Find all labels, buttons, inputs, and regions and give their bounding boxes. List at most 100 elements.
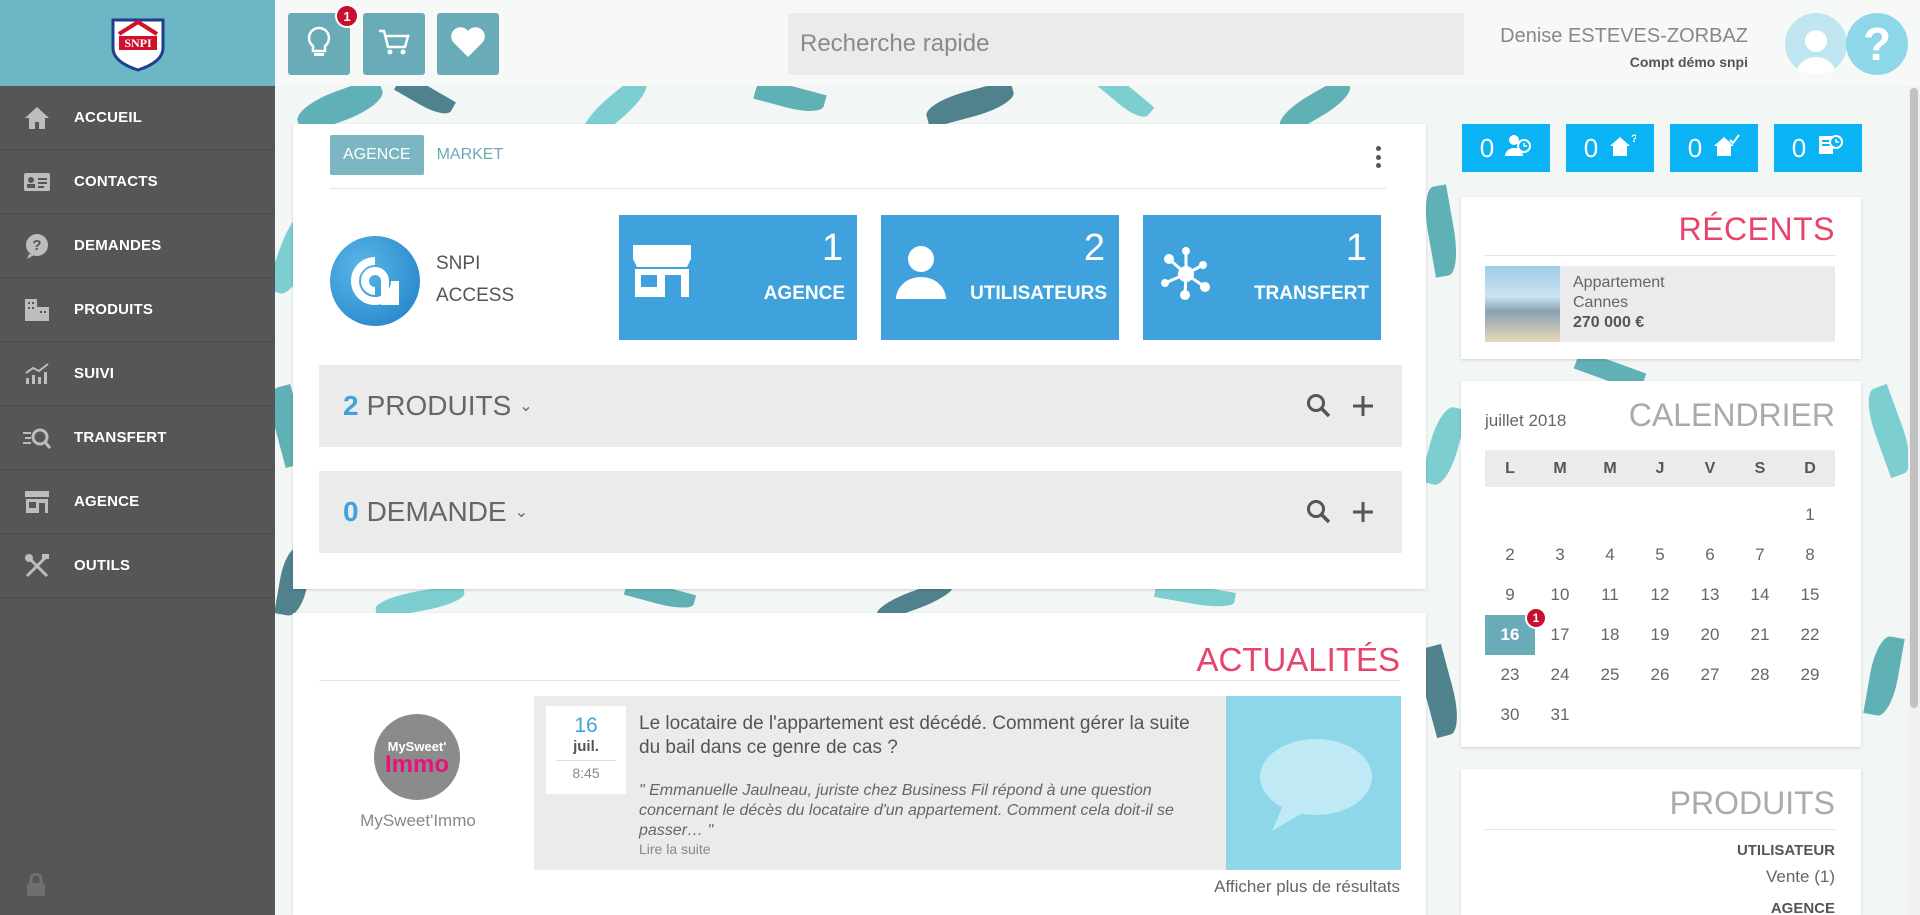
svg-text:?: ? — [1631, 133, 1636, 145]
help-button[interactable]: ? — [1846, 13, 1908, 75]
mysweetimmo-logo[interactable]: MySweet' Immo — [374, 714, 460, 800]
chevron-down-icon: ⌄ — [519, 398, 533, 415]
store-icon — [631, 243, 693, 304]
calendar-empty-cell — [1535, 495, 1585, 535]
agence-tile[interactable]: 1 AGENCE — [619, 215, 857, 340]
scrollbar-thumb[interactable] — [1910, 88, 1918, 708]
calendar-day[interactable]: 1 — [1785, 495, 1835, 535]
user-clock-icon — [1504, 132, 1532, 165]
home-icon — [22, 103, 52, 133]
more-options-icon[interactable] — [1374, 146, 1382, 168]
show-more-link[interactable]: Afficher plus de résultats — [1214, 877, 1400, 897]
news-item[interactable]: 16 juil. 8:45 Le locataire de l'appartem… — [534, 696, 1401, 870]
sidebar-item-transfert[interactable]: TRANSFERT — [0, 406, 275, 470]
sidebar-item-label: DEMANDES — [74, 237, 162, 254]
calendar-day[interactable]: 26 — [1635, 655, 1685, 695]
sidebar-item-outils[interactable]: OUTILS — [0, 534, 275, 598]
snpi-logo[interactable]: SNPI — [105, 14, 171, 72]
calendar-day[interactable]: 16 1 — [1485, 607, 1547, 655]
calendar-day[interactable]: 20 — [1685, 615, 1735, 655]
calendar-day[interactable]: 12 — [1635, 575, 1685, 615]
ideas-badge: 1 — [335, 4, 359, 28]
avatar[interactable] — [1785, 13, 1847, 75]
stat-document-clock-button[interactable]: 0 — [1774, 124, 1862, 172]
chat-bubble-icon — [1226, 696, 1401, 870]
calendar-day[interactable]: 7 — [1735, 535, 1785, 575]
calendar-day[interactable]: 13 — [1685, 575, 1735, 615]
calendar-day[interactable]: 14 — [1735, 575, 1785, 615]
calendar-day[interactable]: 5 — [1635, 535, 1685, 575]
utilisateurs-tile[interactable]: 2 UTILISATEURS — [881, 215, 1119, 340]
sidebar-item-produits[interactable]: PRODUITS — [0, 278, 275, 342]
favorites-button[interactable] — [437, 13, 499, 75]
add-icon[interactable] — [1350, 499, 1376, 530]
quick-search-input[interactable] — [788, 13, 1464, 75]
stat-house-question-button[interactable]: 0 ? — [1566, 124, 1654, 172]
stat-house-check-button[interactable]: 0 — [1670, 124, 1758, 172]
sidebar-item-suivi[interactable]: SUIVI — [0, 342, 275, 406]
transfert-tile-label: TRANSFERT — [1253, 283, 1369, 304]
vente-count-link[interactable]: Vente (1) — [1766, 867, 1835, 887]
svg-text:?: ? — [32, 237, 41, 254]
news-excerpt: " Emmanuelle Jaulneau, juriste chez Busi… — [639, 782, 1174, 839]
stat-pending-contacts-button[interactable]: 0 — [1462, 124, 1550, 172]
calendar-day[interactable]: 31 — [1535, 695, 1585, 735]
sidebar-item-demandes[interactable]: ? DEMANDES — [0, 214, 275, 278]
calendar-day[interactable]: 18 — [1585, 615, 1635, 655]
lock-icon[interactable] — [25, 872, 47, 897]
recent-item-city: Cannes — [1573, 294, 1629, 311]
calendar-day[interactable]: 30 — [1485, 695, 1535, 735]
read-more-link[interactable]: Lire la suite — [639, 841, 711, 857]
calendar-day[interactable]: 19 — [1635, 615, 1685, 655]
calendar-day[interactable]: 27 — [1685, 655, 1735, 695]
recent-title: RÉCENTS — [1678, 211, 1835, 247]
calendar-day[interactable]: 21 — [1735, 615, 1785, 655]
calendar-day[interactable]: 28 — [1735, 655, 1785, 695]
news-headline[interactable]: Le locataire de l'appartement est décédé… — [639, 712, 1209, 760]
calendar-day[interactable]: 4 — [1585, 535, 1635, 575]
snpi-access-label: SNPI ACCESS — [436, 253, 515, 306]
produits-label: PRODUITS — [366, 390, 512, 421]
calendar-day[interactable]: 22 — [1785, 615, 1835, 655]
calendar-day[interactable]: 2 — [1485, 535, 1535, 575]
add-icon[interactable] — [1350, 393, 1376, 424]
heart-icon — [449, 25, 487, 64]
user-name[interactable]: Denise ESTEVES-ZORBAZ — [1500, 25, 1748, 48]
calendar-card: juillet 2018 CALENDRIER L M M J V S D 12… — [1461, 381, 1861, 747]
question-bubble-icon: ? — [22, 231, 52, 261]
calendar-day[interactable]: 8 — [1785, 535, 1835, 575]
calendar-event-badge: 1 — [1525, 607, 1547, 629]
calendar-day[interactable]: 11 — [1585, 575, 1635, 615]
demande-section[interactable]: 0 DEMANDE ⌄ — [319, 471, 1402, 553]
user-company: Compt démo snpi — [1629, 54, 1748, 70]
sidebar-item-accueil[interactable]: ACCUEIL — [0, 86, 275, 150]
transfer-search-icon — [22, 423, 52, 453]
calendar-day[interactable]: 25 — [1585, 655, 1635, 695]
ideas-button[interactable]: 1 — [288, 4, 359, 75]
sidebar-item-agence[interactable]: AGENCE — [0, 470, 275, 534]
produits-section[interactable]: 2 PRODUITS ⌄ — [319, 365, 1402, 447]
calendar-day[interactable]: 6 — [1685, 535, 1735, 575]
network-icon — [1155, 243, 1217, 310]
transfert-tile[interactable]: 1 TRANSFERT — [1143, 215, 1381, 340]
calendar-day[interactable]: 15 — [1785, 575, 1835, 615]
calendar-empty-cell — [1635, 495, 1685, 535]
cart-button[interactable] — [363, 13, 425, 75]
calendar-month: juillet 2018 — [1485, 411, 1567, 430]
recent-item[interactable]: Appartement Cannes 270 000 € — [1485, 266, 1835, 342]
tab-agence[interactable]: AGENCE — [330, 135, 424, 175]
sidebar-item-label: SUIVI — [74, 365, 115, 382]
divider — [330, 188, 1386, 189]
calendar-day[interactable]: 29 — [1785, 655, 1835, 695]
sidebar-item-label: ACCUEIL — [74, 109, 143, 126]
agence-tile-label: AGENCE — [763, 283, 845, 304]
sidebar-item-contacts[interactable]: CONTACTS — [0, 150, 275, 214]
calendar-day[interactable]: 24 — [1535, 655, 1585, 695]
page-scrollbar[interactable] — [1908, 86, 1920, 915]
sidebar-item-label: OUTILS — [74, 557, 131, 574]
calendar-day[interactable]: 23 — [1485, 655, 1535, 695]
search-icon[interactable] — [1306, 393, 1332, 424]
tab-market[interactable]: MARKET — [424, 135, 517, 175]
search-icon[interactable] — [1306, 499, 1332, 530]
calendar-day[interactable]: 3 — [1535, 535, 1585, 575]
